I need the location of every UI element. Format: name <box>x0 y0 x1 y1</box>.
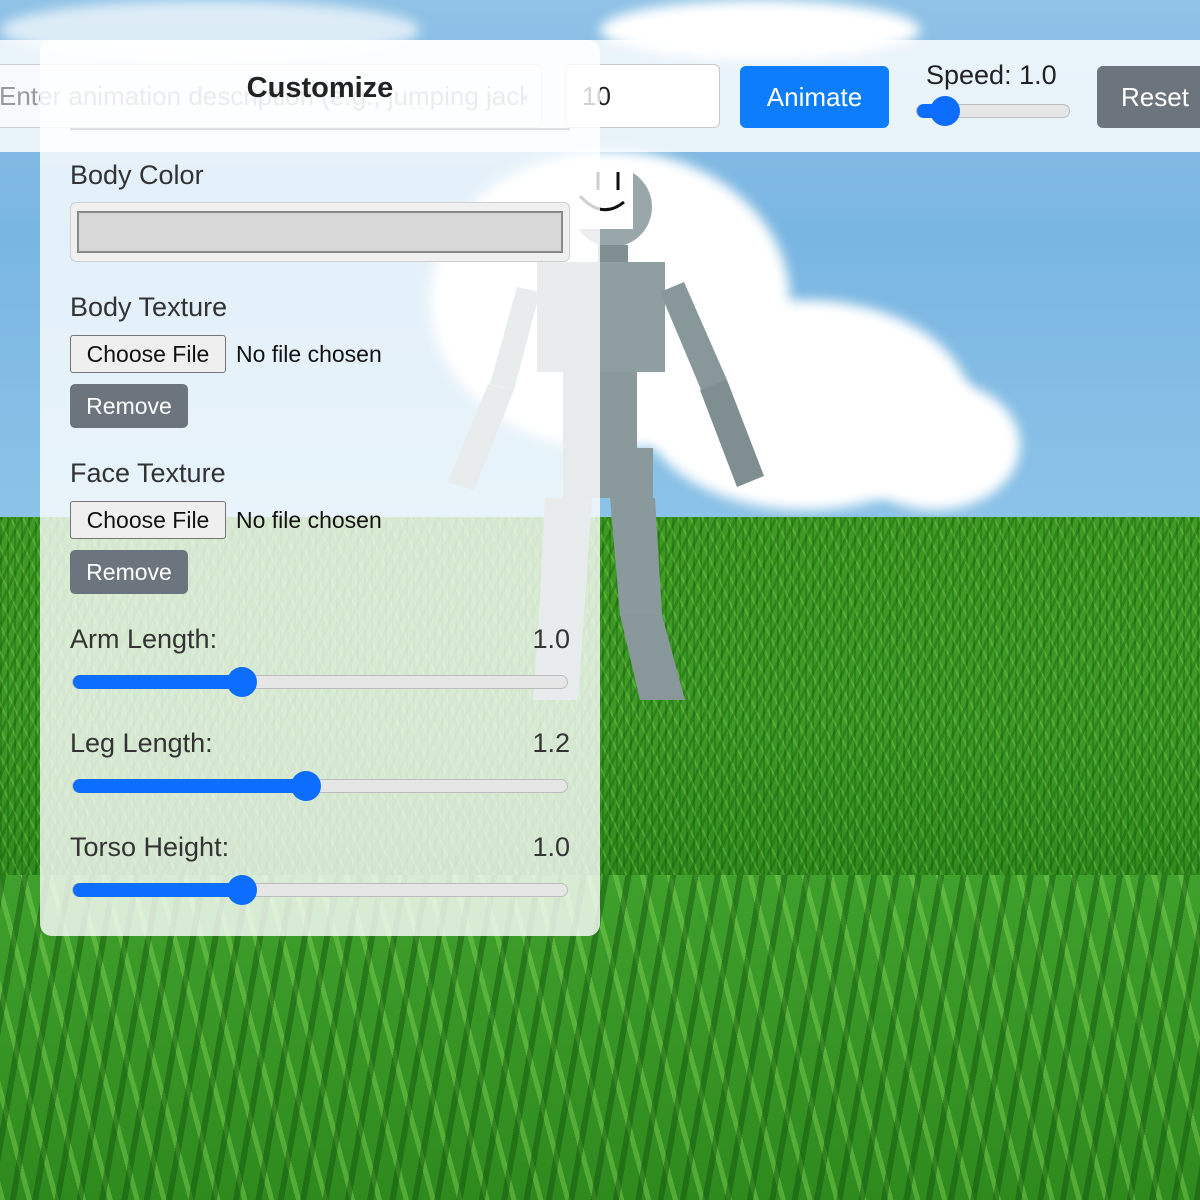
body-texture-label: Body Texture <box>70 292 228 322</box>
face-texture-choose-file-button[interactable]: Choose File <box>70 501 226 539</box>
leg-length-value: 1.2 <box>532 728 570 758</box>
leg-length-label: Leg Length: <box>70 728 213 758</box>
panel-title: Customize <box>246 72 394 104</box>
slider-thumb[interactable] <box>226 875 257 905</box>
divider <box>70 128 570 130</box>
body-color-label: Body Color <box>70 160 204 190</box>
face-texture-label: Face Texture <box>70 458 226 488</box>
character-right-leg <box>610 498 662 615</box>
face-texture-remove-button[interactable]: Remove <box>70 550 188 594</box>
face-texture-file-status: No file chosen <box>236 507 382 533</box>
torso-height-slider[interactable] <box>72 875 568 905</box>
reset-button[interactable]: Reset <box>1097 66 1200 128</box>
body-texture-remove-button[interactable]: Remove <box>70 384 188 428</box>
speed-slider[interactable] <box>916 96 1070 126</box>
slider-thumb[interactable] <box>291 771 322 801</box>
body-texture-file-status: No file chosen <box>236 341 382 367</box>
color-swatch <box>77 211 563 253</box>
body-texture-choose-file-button[interactable]: Choose File <box>70 335 226 373</box>
torso-height-value: 1.0 <box>532 832 570 862</box>
slider-thumb[interactable] <box>226 667 257 697</box>
arm-length-label: Arm Length: <box>70 624 218 654</box>
speed-label: Speed: 1.0 <box>926 60 1057 90</box>
arm-length-value: 1.0 <box>532 624 570 654</box>
animate-button[interactable]: Animate <box>740 66 889 128</box>
body-color-picker[interactable] <box>70 202 570 262</box>
character-right-arm <box>660 282 727 392</box>
slider-thumb[interactable] <box>929 96 960 126</box>
leg-length-slider[interactable] <box>72 771 568 801</box>
torso-height-label: Torso Height: <box>70 832 230 862</box>
arm-length-slider[interactable] <box>72 667 568 697</box>
